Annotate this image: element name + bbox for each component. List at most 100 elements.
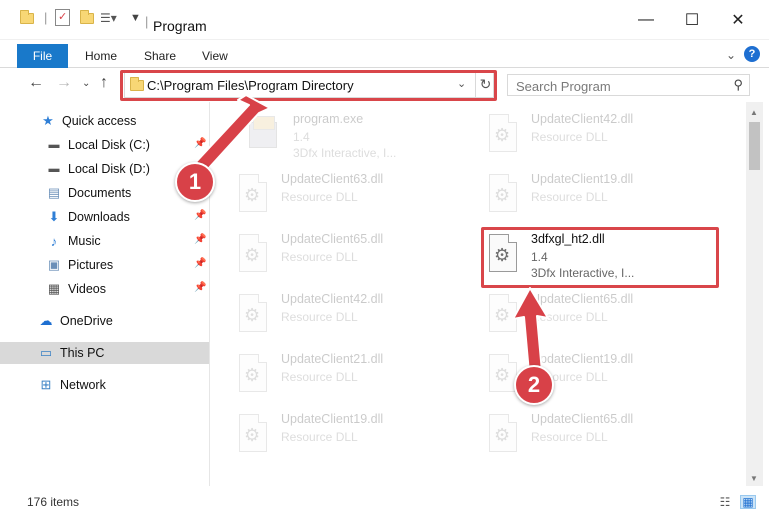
scrollbar-thumb[interactable] bbox=[749, 122, 760, 170]
dropdown-arrow-icon[interactable]: ▼ bbox=[130, 12, 141, 24]
file-description: Resource DLL bbox=[531, 130, 608, 144]
file-item[interactable]: ⚙ UpdateClient65.dll Resource DLL bbox=[235, 230, 461, 282]
status-bar: 176 items ☷ ▦ bbox=[0, 487, 769, 524]
dll-file-icon: ⚙ bbox=[235, 234, 271, 278]
exe-file-icon bbox=[247, 114, 283, 158]
pin-icon: 📌 bbox=[194, 282, 207, 293]
title-bar: | ✓ ☰▾ ▼ | Program — ☐ ✕ bbox=[0, 0, 769, 40]
address-bar-highlight bbox=[120, 70, 497, 101]
up-button[interactable]: ↑ bbox=[100, 74, 108, 92]
nav-item-videos[interactable]: ▦ Videos 📌 bbox=[0, 278, 209, 300]
computer-icon: ▭ bbox=[39, 345, 53, 360]
file-name: UpdateClient42.dll bbox=[281, 292, 384, 306]
nav-item-pictures[interactable]: ▣ Pictures 📌 bbox=[0, 254, 209, 276]
file-name: UpdateClient19.dll bbox=[281, 412, 384, 426]
search-icon[interactable]: ⚲ bbox=[733, 77, 743, 93]
large-icons-view-icon[interactable]: ▦ bbox=[740, 495, 756, 509]
pin-icon: 📌 bbox=[194, 234, 207, 245]
pin-icon: 📌 bbox=[194, 138, 207, 149]
nav-item-label: This PC bbox=[60, 346, 105, 360]
help-icon[interactable]: ? bbox=[744, 46, 760, 62]
dll-file-icon: ⚙ bbox=[485, 414, 521, 458]
file-name: UpdateClient63.dll bbox=[281, 172, 384, 186]
recent-locations-button[interactable]: ⌄ bbox=[82, 78, 90, 89]
file-item[interactable]: ⚙ UpdateClient19.dll Resource DLL bbox=[235, 410, 461, 462]
file-item[interactable]: ⚙ UpdateClient21.dll Resource DLL bbox=[235, 350, 461, 402]
nav-item-music[interactable]: ♪ Music 📌 bbox=[0, 230, 209, 252]
file-name: UpdateClient21.dll bbox=[281, 352, 384, 366]
item-count: 176 items bbox=[27, 495, 80, 509]
file-description: Resource DLL bbox=[281, 250, 358, 264]
file-description: Resource DLL bbox=[531, 310, 608, 324]
scroll-up-icon[interactable]: ▲ bbox=[750, 108, 758, 117]
file-name: UpdateClient65.dll bbox=[281, 232, 384, 246]
file-item[interactable]: program.exe 1.4 3Dfx Interactive, I... bbox=[247, 110, 473, 162]
navigation-pane: ★ Quick access ▬ Local Disk (C:) 📌 ▬ Loc… bbox=[0, 102, 210, 486]
file-list: program.exe 1.4 3Dfx Interactive, I... ⚙… bbox=[211, 102, 746, 486]
nav-item-label: Music bbox=[68, 234, 101, 248]
pin-icon: 📌 bbox=[194, 210, 207, 221]
vertical-scrollbar[interactable]: ▲ ▼ bbox=[746, 102, 763, 486]
tab-share[interactable]: Share bbox=[144, 49, 176, 63]
download-icon: ⬇ bbox=[48, 209, 60, 224]
dll-file-icon: ⚙ bbox=[235, 354, 271, 398]
tab-home[interactable]: Home bbox=[85, 49, 117, 63]
details-view-icon[interactable]: ☷ bbox=[717, 495, 733, 509]
dll-file-icon: ⚙ bbox=[485, 294, 521, 338]
nav-item-label: Videos bbox=[68, 282, 106, 296]
dll-file-icon: ⚙ bbox=[485, 174, 521, 218]
file-item[interactable]: ⚙ UpdateClient42.dll Resource DLL bbox=[235, 290, 461, 342]
step-2-badge: 2 bbox=[514, 365, 554, 405]
file-item[interactable]: ⚙ UpdateClient63.dll Resource DLL bbox=[235, 170, 461, 222]
file-description: Resource DLL bbox=[281, 190, 358, 204]
back-button[interactable]: ← bbox=[28, 74, 44, 92]
file-name: UpdateClient65.dll bbox=[531, 412, 634, 426]
dll-file-icon: ⚙ bbox=[235, 174, 271, 218]
step-1-badge: 1 bbox=[175, 162, 215, 202]
file-description: Resource DLL bbox=[281, 430, 358, 444]
new-folder-icon[interactable] bbox=[80, 10, 94, 24]
nav-item-label: Quick access bbox=[62, 114, 137, 128]
file-item[interactable]: ⚙ UpdateClient65.dll Resource DLL bbox=[485, 410, 711, 462]
cloud-icon: ☁ bbox=[39, 313, 53, 328]
file-item[interactable]: ⚙ UpdateClient65.dll Resource DLL bbox=[485, 290, 711, 342]
file-item[interactable]: ⚙ UpdateClient42.dll Resource DLL bbox=[485, 110, 711, 162]
dll-file-icon: ⚙ bbox=[235, 294, 271, 338]
dll-file-icon: ⚙ bbox=[235, 414, 271, 458]
separator: | bbox=[145, 14, 149, 29]
nav-item-label: Documents bbox=[68, 186, 132, 200]
file-version: 1.4 bbox=[293, 130, 310, 144]
nav-item-onedrive[interactable]: ☁ OneDrive bbox=[0, 310, 209, 332]
close-button[interactable]: ✕ bbox=[715, 0, 761, 40]
expand-ribbon-icon[interactable]: ⌄ bbox=[726, 48, 736, 62]
maximize-button[interactable]: ☐ bbox=[669, 0, 715, 40]
separator: | bbox=[44, 10, 48, 25]
forward-button[interactable]: → bbox=[56, 74, 72, 92]
drive-icon: ▬ bbox=[48, 163, 60, 175]
file-description: Resource DLL bbox=[281, 310, 358, 324]
search-placeholder: Search Program bbox=[516, 79, 611, 94]
tab-view[interactable]: View bbox=[202, 49, 228, 63]
network-icon: ⊞ bbox=[40, 377, 52, 392]
file-item[interactable]: ⚙ UpdateClient19.dll Resource DLL bbox=[485, 170, 711, 222]
nav-item-local-disk-c[interactable]: ▬ Local Disk (C:) 📌 bbox=[0, 134, 209, 156]
nav-item-quick-access[interactable]: ★ Quick access bbox=[0, 110, 209, 132]
nav-item-network[interactable]: ⊞ Network bbox=[0, 374, 209, 396]
documents-icon: ▤ bbox=[47, 185, 61, 200]
file-name: UpdateClient19.dll bbox=[531, 352, 634, 366]
nav-item-downloads[interactable]: ⬇ Downloads 📌 bbox=[0, 206, 209, 228]
search-box[interactable]: Search Program ⚲ bbox=[507, 74, 750, 96]
nav-item-label: Local Disk (D:) bbox=[68, 162, 150, 176]
ribbon-tabs: File Home Share View ⌄ ? bbox=[0, 40, 769, 68]
file-description: Resource DLL bbox=[531, 190, 608, 204]
music-icon: ♪ bbox=[50, 233, 58, 249]
minimize-button[interactable]: — bbox=[623, 0, 669, 40]
pin-icon: 📌 bbox=[194, 258, 207, 269]
nav-item-label: Pictures bbox=[68, 258, 114, 272]
file-company: 3Dfx Interactive, I... bbox=[293, 146, 397, 160]
tab-file[interactable]: File bbox=[17, 44, 68, 68]
customize-toolbar-icon[interactable]: ☰▾ bbox=[100, 11, 117, 25]
nav-item-this-pc[interactable]: ▭ This PC bbox=[0, 342, 209, 364]
properties-icon[interactable]: ✓ bbox=[55, 9, 70, 26]
scroll-down-icon[interactable]: ▼ bbox=[750, 474, 758, 483]
